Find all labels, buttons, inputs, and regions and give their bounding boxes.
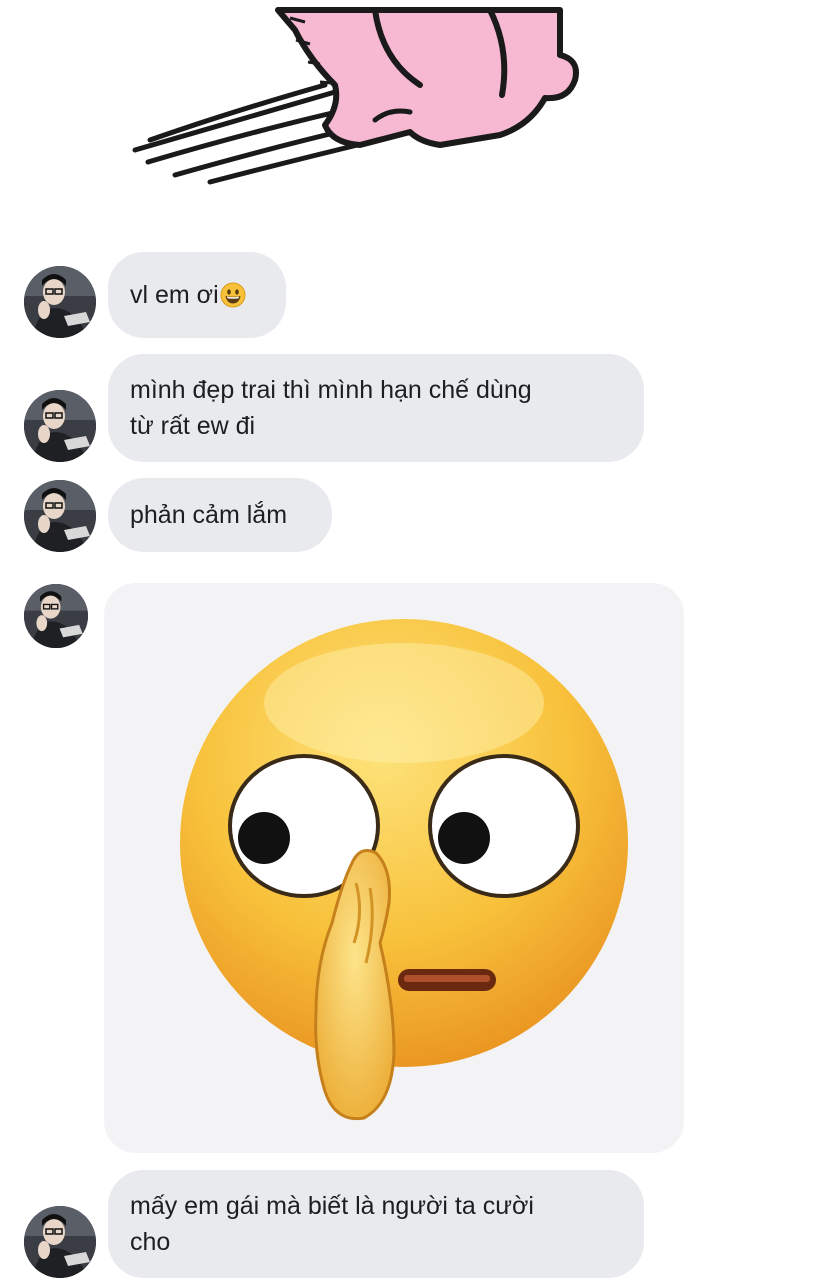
message-bubble[interactable]: mình đẹp trai thì mình hạn chế dùng từ r… [108, 354, 644, 462]
avatar[interactable] [24, 1206, 96, 1278]
sticker-image[interactable] [120, 0, 590, 195]
message-bubble[interactable]: mấy em gái mà biết là người ta cười cho [108, 1170, 644, 1278]
message-text: mấy em gái mà biết là người ta cười cho [130, 1192, 534, 1256]
avatar[interactable] [24, 584, 88, 648]
face-with-hand-over-eye-emoji-icon [180, 619, 628, 1121]
image-message[interactable] [104, 583, 684, 1153]
avatar[interactable] [24, 480, 96, 552]
message-text: mình đẹp trai thì mình hạn chế dùng từ r… [130, 376, 532, 440]
message-text: phản cảm lắm [130, 501, 288, 529]
grinning-face-icon [220, 282, 246, 308]
avatar[interactable] [24, 266, 96, 338]
message-bubble[interactable]: phản cảm lắm [108, 478, 332, 552]
avatar[interactable] [24, 390, 96, 462]
message-bubble[interactable]: vl em ơi [108, 252, 286, 338]
message-text: vl em ơi [130, 281, 219, 309]
